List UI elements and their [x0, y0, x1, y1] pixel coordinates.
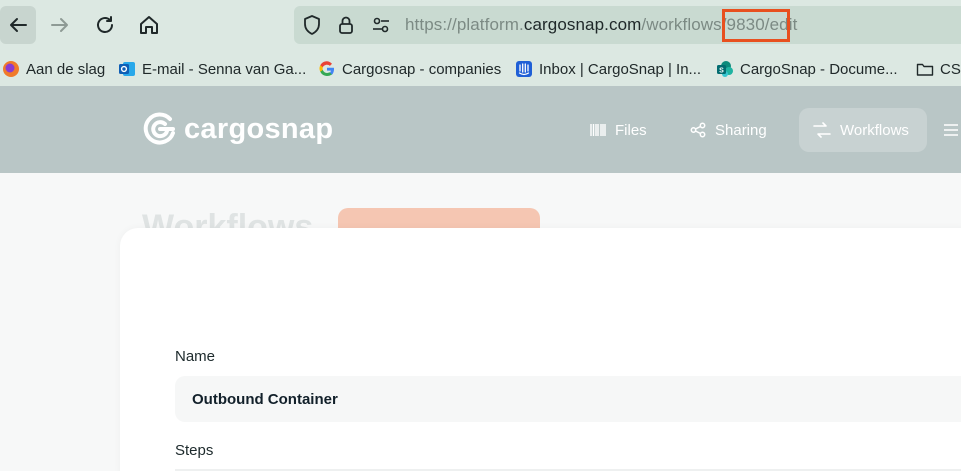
- address-bar[interactable]: https://platform.cargosnap.com/workflows…: [294, 6, 961, 44]
- browser-toolbar: https://platform.cargosnap.com/workflows…: [0, 0, 961, 52]
- nav-more[interactable]: [943, 108, 959, 152]
- forward-button[interactable]: [42, 6, 78, 44]
- share-icon: [690, 122, 706, 138]
- arrow-right-icon: [51, 18, 68, 32]
- bookmark-email[interactable]: E-mail - Senna van Ga...: [118, 52, 306, 86]
- intercom-icon: [516, 61, 532, 77]
- workflow-icon: [813, 122, 831, 138]
- menu-icon: [944, 124, 958, 136]
- lock-icon[interactable]: [336, 15, 356, 35]
- folder-icon: [916, 63, 934, 76]
- nav-workflows[interactable]: Workflows: [799, 108, 927, 152]
- reload-button[interactable]: [87, 6, 123, 44]
- back-button[interactable]: [0, 6, 36, 44]
- shield-icon[interactable]: [302, 15, 322, 35]
- name-label: Name: [175, 348, 216, 365]
- sharepoint-icon: S: [717, 61, 733, 77]
- steps-label: Steps: [175, 442, 214, 459]
- barcode-icon: [590, 124, 606, 136]
- bookmark-cargosnap-docs[interactable]: S CargoSnap - Docume...: [716, 52, 898, 86]
- arrow-left-icon: [10, 18, 27, 32]
- cargosnap-logo-icon: [143, 112, 175, 145]
- reload-icon: [97, 16, 113, 33]
- bookmark-aan-de-slag[interactable]: Aan de slag: [2, 52, 105, 86]
- bookmark-folder-csm[interactable]: CSM: [916, 52, 961, 86]
- name-input[interactable]: [175, 376, 961, 422]
- outlook-icon: [119, 62, 135, 76]
- svg-text:S: S: [719, 68, 724, 75]
- google-icon: [319, 61, 334, 77]
- url-id-highlight: [722, 9, 790, 42]
- permissions-icon[interactable]: [371, 15, 391, 35]
- bookmark-cargosnap-companies[interactable]: Cargosnap - companies: [318, 52, 501, 86]
- nav-sharing[interactable]: Sharing: [676, 108, 781, 152]
- nav-files[interactable]: Files: [576, 108, 661, 152]
- firefox-icon: [3, 61, 19, 77]
- bookmarks-bar: Aan de slag E-mail - Senna van Ga... Car…: [0, 52, 961, 86]
- bookmark-inbox-cargosnap[interactable]: Inbox | CargoSnap | In...: [515, 52, 701, 86]
- home-button[interactable]: [131, 6, 167, 44]
- workflow-edit-card: [120, 228, 961, 471]
- home-icon: [140, 16, 158, 34]
- brand-logo[interactable]: cargosnap: [142, 111, 333, 147]
- app-header: cargosnap Files Sharing Workflows: [0, 86, 961, 173]
- brand-name: cargosnap: [184, 112, 334, 145]
